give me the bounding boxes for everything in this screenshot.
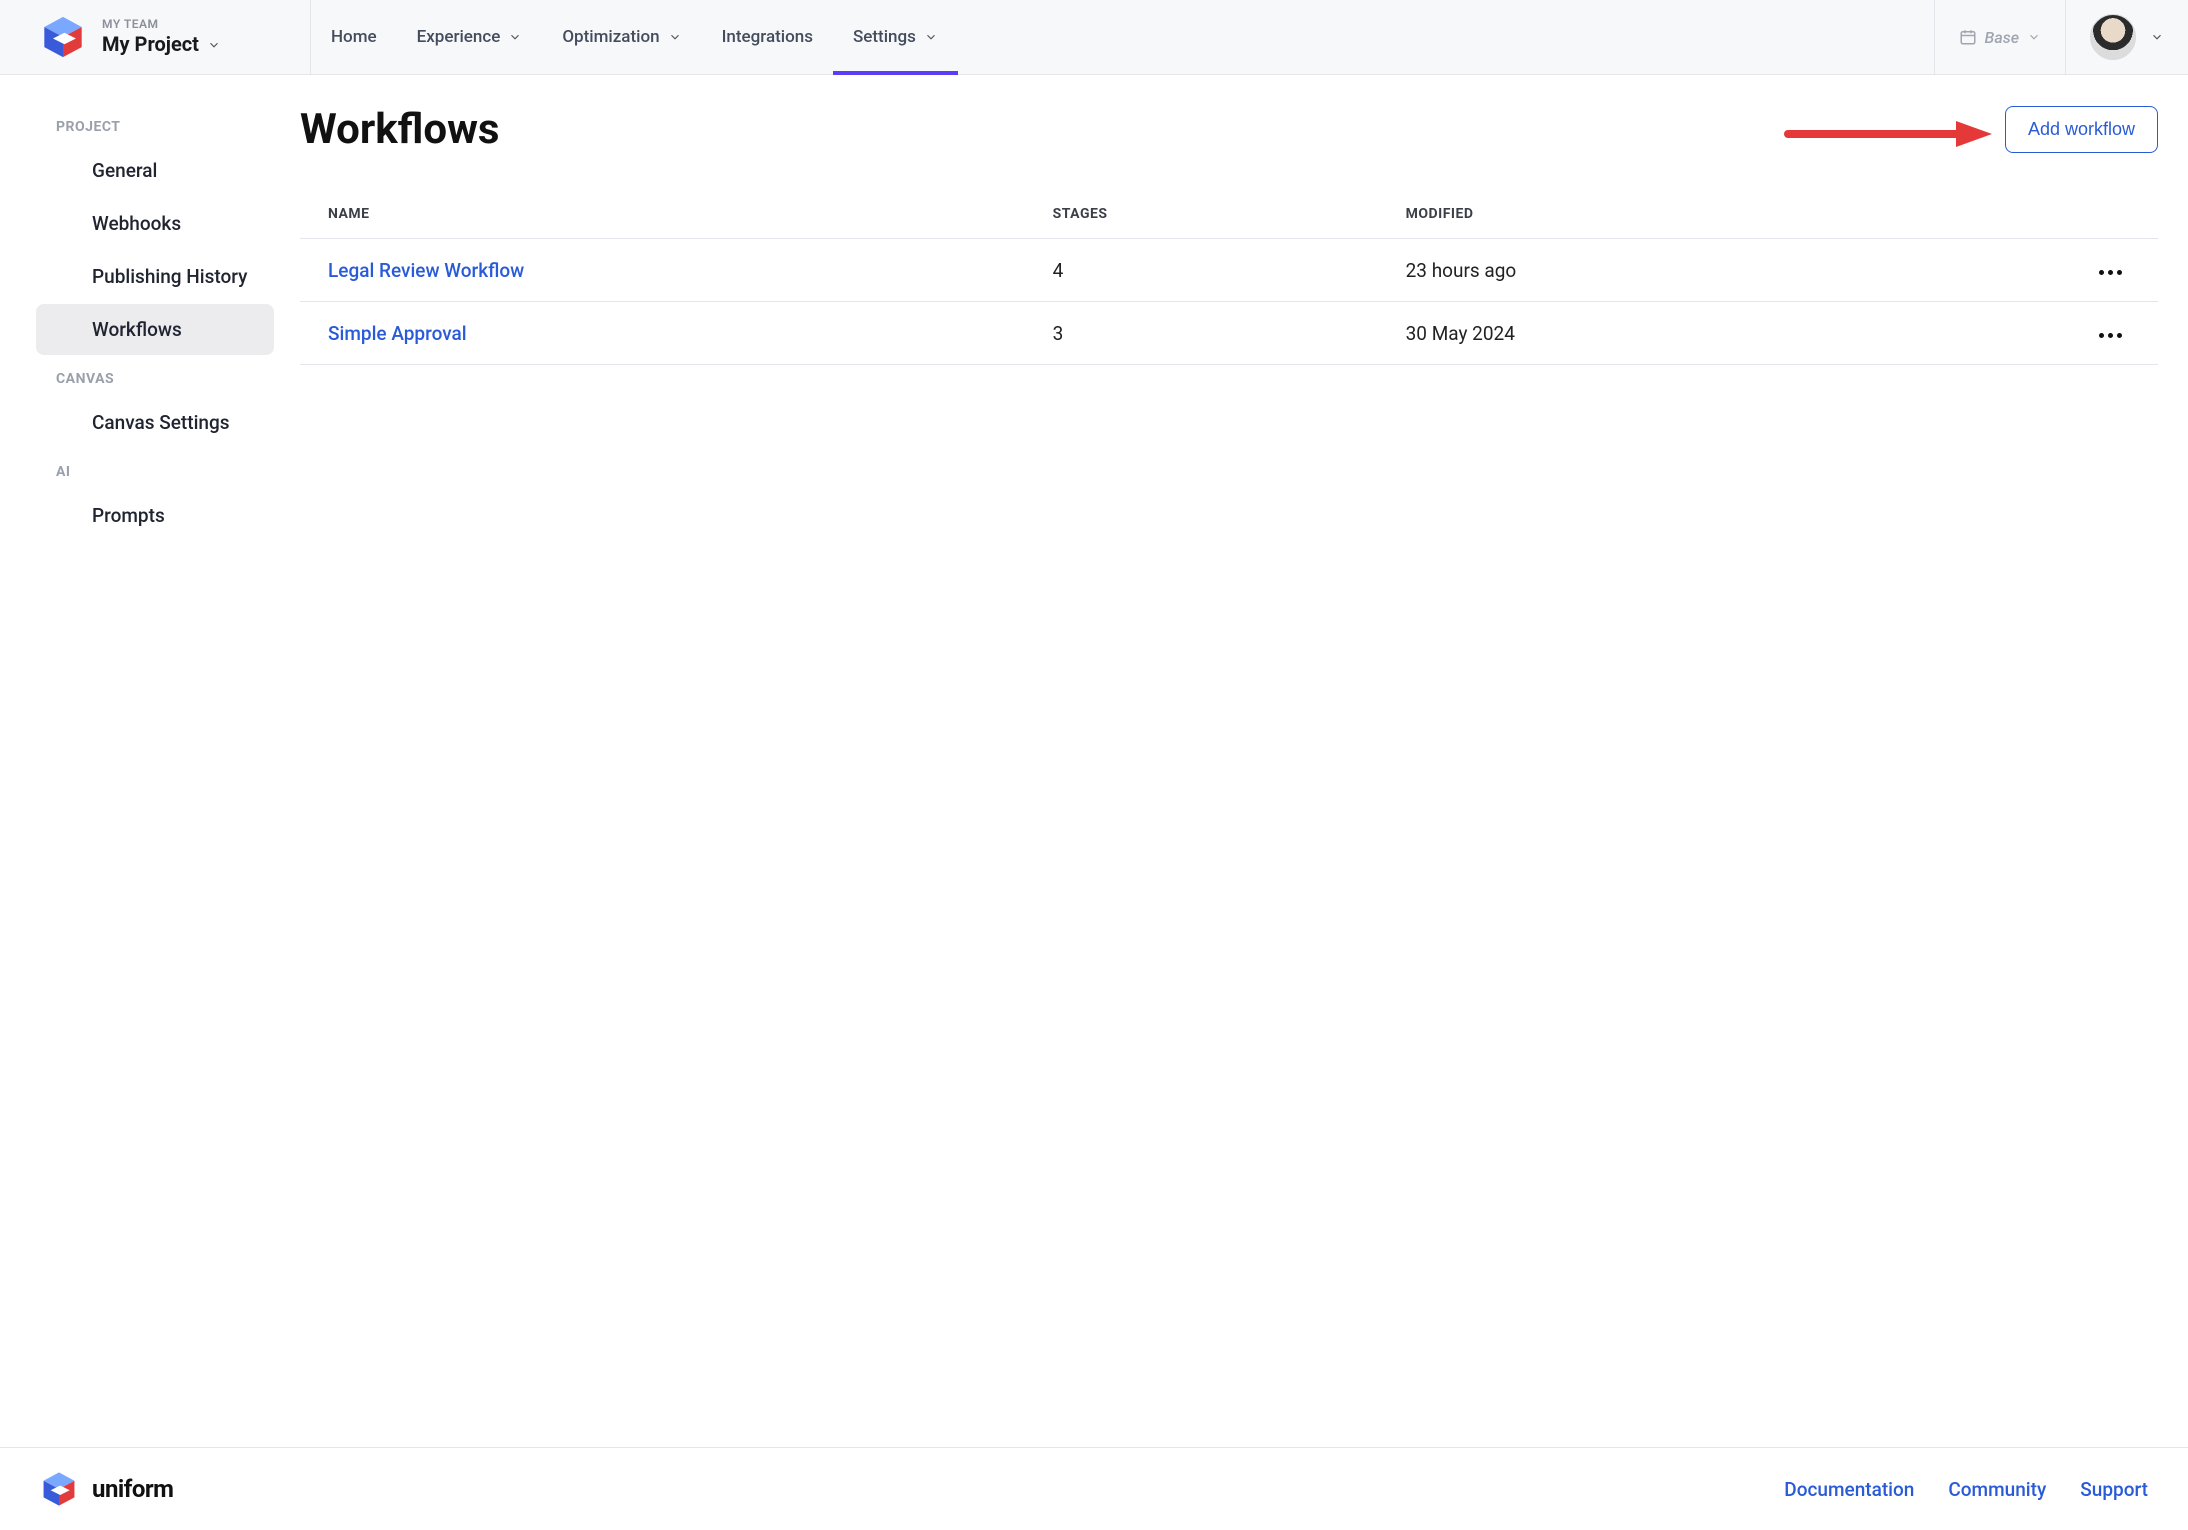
cell-stages: 4 — [1025, 239, 1378, 302]
footer-link[interactable]: Community — [1948, 1478, 2046, 1501]
team-label: MY TEAM — [102, 17, 221, 32]
topnav-item-label: Home — [331, 27, 377, 47]
add-workflow-button[interactable]: Add workflow — [2005, 106, 2158, 153]
topnav-item[interactable]: Optimization — [542, 0, 701, 74]
sidebar-item[interactable]: Publishing History — [36, 251, 274, 302]
footer: uniform Documentation Community Support — [0, 1447, 2188, 1530]
column-header-modified[interactable]: MODIFIED — [1378, 190, 1973, 239]
sidebar-item[interactable]: General — [36, 145, 274, 196]
sidebar-item[interactable]: Prompts — [36, 490, 274, 541]
row-actions-menu-icon[interactable] — [2091, 325, 2130, 346]
chevron-down-icon — [2027, 30, 2041, 44]
column-header-stages[interactable]: STAGES — [1025, 190, 1378, 239]
project-switcher[interactable]: MY TEAM My Project — [0, 0, 310, 74]
page-title: Workflows — [300, 105, 500, 154]
main-content: Workflows Add workflow NAME STAGES MODIF… — [290, 75, 2188, 1447]
sidebar-section-title: AI — [0, 450, 290, 488]
sidebar-item[interactable]: Workflows — [36, 304, 274, 355]
chevron-down-icon — [508, 30, 522, 44]
sidebar-item[interactable]: Canvas Settings — [36, 397, 274, 448]
project-name: My Project — [102, 32, 199, 57]
sidebar: PROJECTGeneralWebhooksPublishing History… — [0, 75, 290, 1447]
topnav-item-label: Optimization — [562, 27, 659, 47]
chevron-down-icon — [668, 30, 682, 44]
cell-modified: 23 hours ago — [1378, 239, 1973, 302]
topnav-item[interactable]: Home — [311, 0, 397, 74]
avatar — [2090, 14, 2136, 60]
environment-name: Base — [1985, 28, 2019, 47]
footer-brand-name: uniform — [92, 1475, 173, 1503]
table-row: Simple Approval 330 May 2024 — [300, 302, 2158, 365]
sidebar-section-title: PROJECT — [0, 105, 290, 143]
column-header-name[interactable]: NAME — [300, 190, 1025, 239]
user-menu[interactable] — [2065, 0, 2188, 74]
topnav-item-label: Integrations — [722, 27, 813, 47]
chevron-down-icon — [924, 30, 938, 44]
topnav-item[interactable]: Settings — [833, 0, 958, 74]
cell-modified: 30 May 2024 — [1378, 302, 1973, 365]
environment-picker[interactable]: Base — [1934, 0, 2065, 74]
topnav-item[interactable]: Integrations — [702, 0, 833, 74]
workflows-table: NAME STAGES MODIFIED Legal Review Workfl… — [300, 190, 2158, 365]
calendar-icon — [1959, 28, 1977, 46]
footer-links: Documentation Community Support — [1784, 1478, 2148, 1501]
topnav-item-label: Settings — [853, 27, 916, 47]
uniform-logo-icon — [40, 1470, 78, 1508]
topnav-item-label: Experience — [417, 27, 501, 47]
top-navigation: Home Experience Optimization Integrations Se… — [310, 0, 1934, 74]
table-row: Legal Review Workflow 423 hours ago — [300, 239, 2158, 302]
workflow-link[interactable]: Legal Review Workflow — [328, 259, 524, 282]
uniform-logo-icon — [40, 14, 86, 60]
footer-link[interactable]: Documentation — [1784, 1478, 1914, 1501]
cell-stages: 3 — [1025, 302, 1378, 365]
footer-link[interactable]: Support — [2080, 1478, 2148, 1501]
row-actions-menu-icon[interactable] — [2091, 262, 2130, 283]
topbar: MY TEAM My Project Home Experience Optimiz… — [0, 0, 2188, 75]
chevron-down-icon — [2150, 30, 2164, 44]
chevron-down-icon — [207, 38, 221, 52]
workflow-link[interactable]: Simple Approval — [328, 322, 467, 345]
topnav-item[interactable]: Experience — [397, 0, 543, 74]
sidebar-section-title: CANVAS — [0, 357, 290, 395]
sidebar-item[interactable]: Webhooks — [36, 198, 274, 249]
footer-brand: uniform — [40, 1470, 173, 1508]
